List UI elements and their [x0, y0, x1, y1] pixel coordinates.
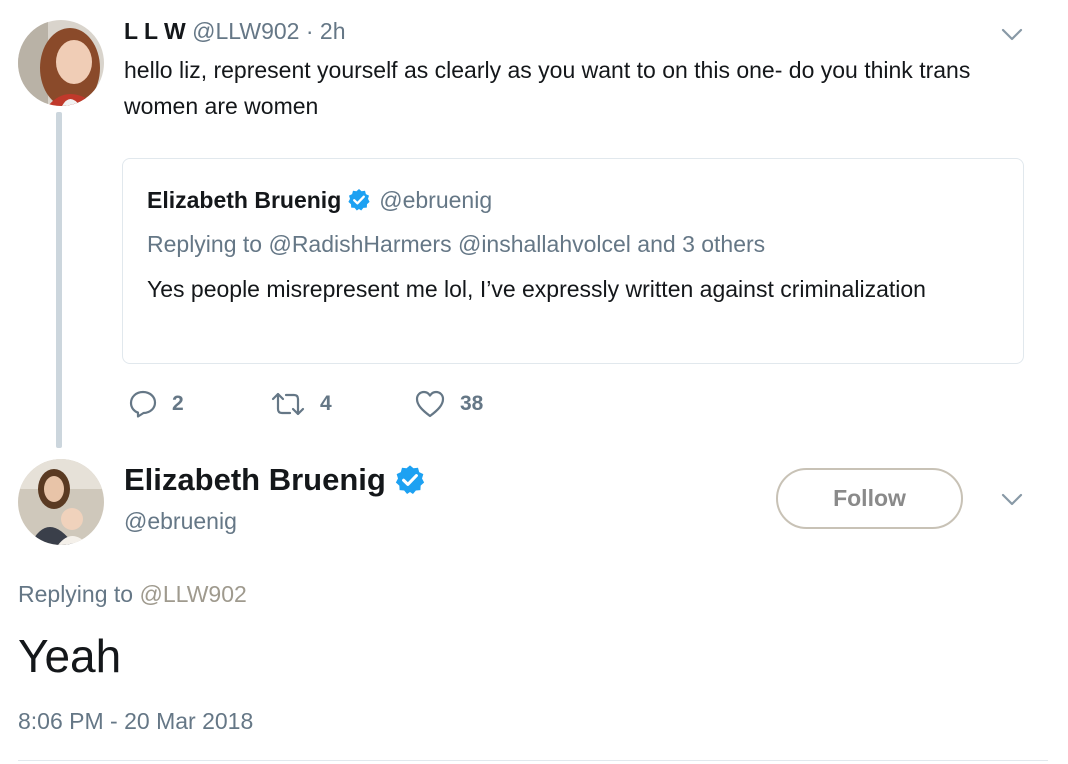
parent-author-handle[interactable]: @LLW902 — [192, 18, 299, 44]
replying-prefix: Replying to — [147, 231, 263, 257]
replying-prefix: Replying to — [18, 581, 134, 607]
reply-button[interactable]: 2 — [128, 389, 184, 419]
quoted-tweet-text: Yes people misrepresent me lol, I’ve exp… — [147, 276, 926, 302]
parent-author-name[interactable]: L L W — [124, 18, 186, 44]
like-count: 38 — [460, 392, 484, 415]
divider — [18, 760, 1048, 761]
main-author-handle[interactable]: @ebruenig — [124, 505, 237, 537]
retweet-button[interactable]: 4 — [270, 389, 332, 419]
reply-icon — [129, 390, 157, 418]
tweet-timestamp[interactable]: 8:06 PM - 20 Mar 2018 — [18, 705, 253, 737]
quoted-author-name: Elizabeth Bruenig — [147, 187, 342, 213]
thread-line — [56, 112, 62, 448]
parent-avatar[interactable] — [18, 20, 104, 106]
main-author-name[interactable]: Elizabeth Bruenig — [124, 461, 386, 499]
parent-tweet-header: L L W @LLW902 · 2h — [124, 17, 346, 45]
replying-to-users[interactable]: @RadishHarmers @inshallahvolcel and 3 ot… — [268, 231, 765, 257]
heart-icon — [415, 390, 445, 418]
chevron-down-icon[interactable] — [1000, 487, 1024, 511]
main-replying-to: Replying to @LLW902 — [18, 578, 247, 610]
follow-button[interactable]: Follow — [776, 468, 963, 529]
main-author-name-row: Elizabeth Bruenig — [124, 461, 426, 499]
time-separator: · — [299, 18, 320, 44]
quoted-tweet-card[interactable]: Elizabeth Bruenig @ebruenig Replying to … — [122, 158, 1024, 364]
main-tweet-text: Yeah — [18, 630, 122, 682]
reply-count: 2 — [172, 392, 184, 415]
retweet-icon — [271, 392, 305, 416]
verified-badge-icon — [395, 465, 424, 494]
quoted-tweet-header: Elizabeth Bruenig @ebruenig — [147, 185, 492, 215]
chevron-down-icon[interactable] — [1000, 22, 1024, 46]
replying-to-user[interactable]: @LLW902 — [139, 581, 246, 607]
verified-badge-icon — [348, 189, 370, 211]
main-avatar[interactable] — [18, 459, 104, 545]
avatar-photo — [18, 20, 104, 106]
parent-tweet-time[interactable]: 2h — [320, 18, 346, 44]
retweet-count: 4 — [320, 392, 332, 415]
like-button[interactable]: 38 — [414, 389, 483, 419]
avatar-photo — [18, 459, 104, 545]
parent-tweet-text: hello liz, represent yourself as clearly… — [124, 57, 971, 119]
quoted-replying-to: Replying to @RadishHarmers @inshallahvol… — [147, 229, 765, 259]
quoted-author-handle: @ebruenig — [379, 187, 493, 213]
